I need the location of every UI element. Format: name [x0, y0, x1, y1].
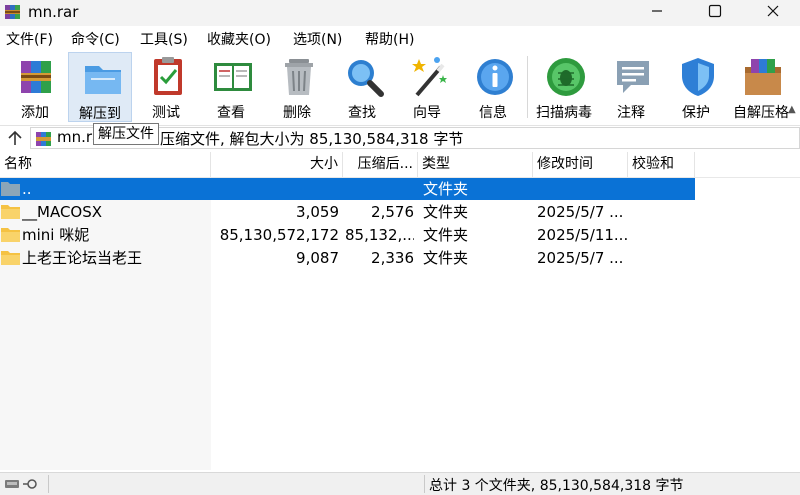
find-icon [348, 60, 384, 97]
up-one-level-icon[interactable] [6, 129, 24, 147]
delete-icon [285, 59, 313, 95]
row-packed: 2,576 [371, 203, 414, 221]
add-archive-icon [21, 61, 51, 93]
row-name: mini 咪妮 [22, 226, 90, 244]
table-row[interactable]: .. 文件夹 [0, 178, 695, 200]
virus-scan-label: 扫描病毒 [536, 105, 592, 121]
maximize-button[interactable] [686, 0, 744, 22]
close-icon [767, 5, 779, 17]
menu-tools[interactable]: 工具(S) [140, 29, 188, 49]
comment-icon [617, 61, 649, 93]
file-list[interactable]: 名称 大小 压缩后... 类型 修改时间 校验和 .. 文件夹 __MACOSX… [0, 152, 800, 470]
column-checksum[interactable]: 校验和 [628, 152, 695, 177]
window-title: mn.rar [28, 3, 79, 21]
row-size: 3,059 [296, 203, 339, 221]
row-packed: 2,336 [371, 249, 414, 267]
drive-key-icon [5, 479, 37, 489]
title-bar: mn.rar [0, 0, 800, 26]
archive-description: 压缩文件, 解包大小为 85,130,584,318 字节 [160, 130, 464, 148]
find-label: 查找 [348, 105, 376, 121]
column-size[interactable]: 大小 [211, 152, 343, 177]
find-button[interactable]: 查找 [330, 52, 394, 122]
row-name: .. [22, 180, 32, 198]
folder-icon [1, 205, 20, 219]
minimize-icon [652, 10, 662, 12]
virus-scan-icon [547, 58, 585, 96]
archive-icon [36, 132, 51, 146]
toolbar-scroll-up-icon[interactable]: ▲ [788, 104, 796, 115]
menu-help[interactable]: 帮助(H) [365, 29, 414, 49]
extract-to-label: 解压到 [79, 106, 121, 122]
status-bar: 总计 3 个文件夹, 85,130,584,318 字节 [0, 472, 800, 495]
row-type: 文件夹 [423, 249, 469, 267]
test-button[interactable]: 测试 [134, 52, 198, 122]
comment-button[interactable]: 注释 [599, 52, 663, 122]
protect-button[interactable]: 保护 [664, 52, 728, 122]
column-type[interactable]: 类型 [418, 152, 533, 177]
sfx-icon [745, 59, 781, 95]
extract-to-button[interactable]: 解压到 [68, 52, 132, 122]
table-row[interactable]: mini 咪妮 85,130,572,172 85,132,... 文件夹 20… [0, 224, 695, 246]
table-row[interactable]: __MACOSX 3,059 2,576 文件夹 2025/5/7 ... [0, 201, 695, 223]
protect-icon [682, 58, 714, 96]
close-button[interactable] [744, 0, 800, 22]
view-label: 查看 [217, 105, 245, 121]
delete-button[interactable]: 删除 [265, 52, 329, 122]
column-modified[interactable]: 修改时间 [533, 152, 628, 177]
wizard-label: 向导 [413, 105, 441, 121]
parent-folder-icon [1, 182, 20, 196]
row-type: 文件夹 [423, 226, 469, 244]
menu-file[interactable]: 文件(F) [6, 29, 53, 49]
info-label: 信息 [479, 105, 507, 121]
list-header: 名称 大小 压缩后... 类型 修改时间 校验和 [0, 152, 800, 178]
winrar-app-icon [5, 5, 20, 19]
folder-icon [1, 251, 20, 265]
row-size: 85,130,572,172 [219, 226, 339, 244]
toolbar-separator [527, 56, 528, 118]
column-packed[interactable]: 压缩后... [343, 152, 418, 177]
status-summary: 总计 3 个文件夹, 85,130,584,318 字节 [429, 478, 684, 494]
extract-to-icon [85, 66, 121, 94]
menu-options[interactable]: 选项(N) [293, 29, 342, 49]
test-icon [154, 57, 182, 95]
menu-commands[interactable]: 命令(C) [71, 29, 120, 49]
row-type: 文件夹 [423, 180, 469, 198]
row-packed: 85,132,... [345, 226, 414, 244]
row-name: __MACOSX [22, 203, 103, 221]
row-name: 上老王论坛当老王 [22, 249, 143, 267]
comment-label: 注释 [617, 105, 645, 121]
table-row[interactable]: 上老王论坛当老王 9,087 2,336 文件夹 2025/5/7 ... [0, 247, 695, 269]
row-modified: 2025/5/7 ... [537, 249, 624, 267]
view-icon [214, 63, 252, 91]
protect-label: 保护 [682, 105, 710, 121]
sfx-label: 自解压格 [733, 105, 789, 121]
info-button[interactable]: 信息 [461, 52, 525, 122]
menu-bar: 文件(F) 命令(C) 工具(S) 收藏夹(O) 选项(N) 帮助(H) [0, 26, 800, 50]
maximize-icon [708, 4, 722, 18]
view-button[interactable]: 查看 [199, 52, 263, 122]
test-label: 测试 [152, 105, 180, 121]
row-type: 文件夹 [423, 203, 469, 221]
status-divider [48, 475, 49, 493]
wizard-button[interactable]: 向导 [395, 52, 459, 122]
row-size: 9,087 [296, 249, 339, 267]
delete-label: 删除 [283, 105, 311, 121]
folder-icon [1, 228, 20, 242]
info-icon [477, 59, 513, 95]
sfx-button[interactable]: 自解压格 [729, 52, 793, 122]
virus-scan-button[interactable]: 扫描病毒 [532, 52, 596, 122]
status-divider [424, 475, 425, 493]
minimize-button[interactable] [628, 0, 686, 22]
wizard-icon [412, 57, 447, 97]
toolbar: 添加 解压到 测试 查看 删除 查找 向导 信息 扫描病毒 注释 保护 自解压格… [0, 50, 800, 124]
row-modified: 2025/5/11... [537, 226, 627, 244]
add-label: 添加 [21, 105, 49, 121]
add-button[interactable]: 添加 [3, 52, 67, 122]
column-name[interactable]: 名称 [0, 152, 211, 177]
menu-favorites[interactable]: 收藏夹(O) [207, 29, 271, 49]
row-modified: 2025/5/7 ... [537, 203, 624, 221]
extract-tooltip: 解压文件 [93, 123, 159, 145]
